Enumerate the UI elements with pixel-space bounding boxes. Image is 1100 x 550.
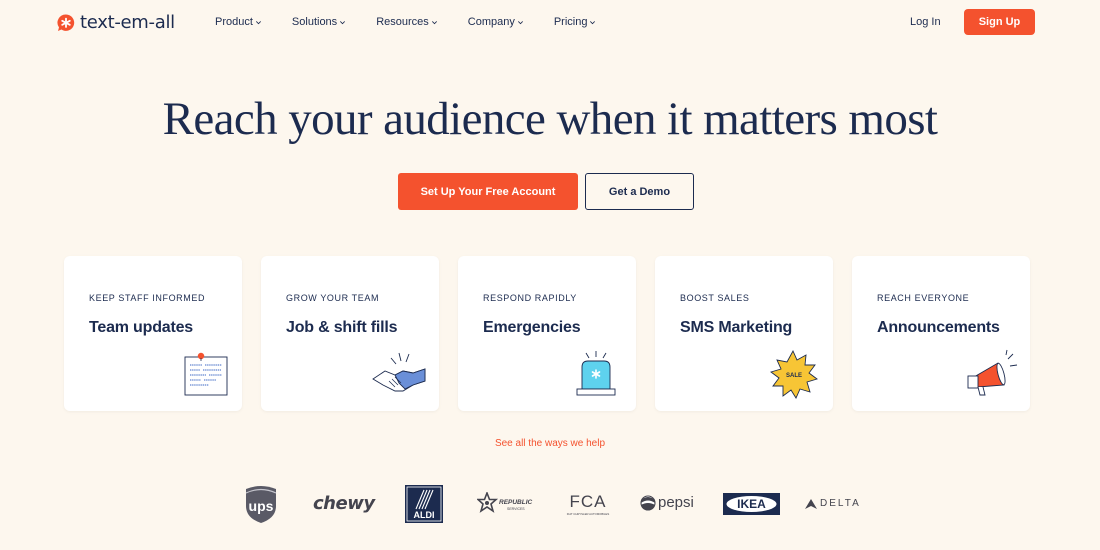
- card-eyebrow: KEEP STAFF INFORMED: [89, 293, 206, 303]
- pepsi-logo: pepsi: [640, 494, 694, 511]
- card-title: Announcements: [877, 319, 1000, 336]
- nav-item-label: Product: [215, 16, 253, 28]
- ups-shield-icon: ups: [245, 486, 277, 523]
- republic-logo-text: REPUBLIC: [499, 499, 533, 506]
- ikea-logo-text: IKEA: [737, 497, 766, 511]
- nav-item-solutions[interactable]: Solutions: [292, 16, 346, 28]
- card-title: Job & shift fills: [286, 319, 398, 336]
- sale-badge-text: SALE: [786, 373, 802, 379]
- chevron-down-icon: [590, 21, 596, 25]
- republic-logo-subtext: SERVICES: [507, 507, 525, 511]
- chewy-logo: chewy: [313, 493, 375, 514]
- nav-item-label: Pricing: [553, 16, 588, 28]
- login-link[interactable]: Log In: [910, 16, 941, 28]
- use-case-card-announcements[interactable]: REACH EVERYONE Announcements: [852, 256, 1030, 411]
- free-account-button[interactable]: Set Up Your Free Account: [398, 173, 578, 210]
- siren-icon: [576, 351, 616, 396]
- get-demo-button[interactable]: Get a Demo: [585, 173, 694, 210]
- aldi-logo-text: ALDI: [414, 510, 435, 520]
- card-title: Team updates: [89, 319, 193, 336]
- fca-wordmark: FCA FIAT CHRYSLER AUTOMOBILES: [567, 492, 610, 516]
- nav-item-label: Resources: [376, 16, 429, 28]
- delta-widget-icon: [805, 498, 817, 509]
- sale-badge-icon: SALE: [770, 349, 818, 399]
- ups-logo: ups: [243, 484, 279, 524]
- fca-logo-subtext: FIAT CHRYSLER AUTOMOBILES: [567, 512, 610, 516]
- use-case-card-team-updates[interactable]: KEEP STAFF INFORMED Team updates: [64, 256, 242, 411]
- brand-name: text-em-all: [80, 12, 175, 33]
- customer-logos: ups chewy ALDI REPUBLIC SERVICES FCA FIA…: [243, 484, 863, 524]
- use-case-card-emergencies[interactable]: RESPOND RAPIDLY Emergencies: [458, 256, 636, 411]
- brand-logo[interactable]: text-em-all: [56, 12, 175, 33]
- nav-item-resources[interactable]: Resources: [376, 16, 438, 28]
- nav-item-label: Company: [467, 16, 515, 28]
- card-eyebrow: RESPOND RAPIDLY: [483, 293, 577, 303]
- chevron-down-icon: [431, 21, 437, 25]
- fca-logo-text: FCA: [570, 492, 607, 511]
- nav-item-product[interactable]: Product: [215, 16, 262, 28]
- pepsi-globe-icon: [640, 494, 656, 511]
- use-case-card-job-shift-fills[interactable]: GROW YOUR TEAM Job & shift fills: [261, 256, 439, 411]
- nav-item-pricing[interactable]: Pricing: [554, 16, 597, 28]
- ikea-logo: IKEA: [723, 493, 780, 515]
- republic-services-mark: REPUBLIC SERVICES: [477, 492, 533, 513]
- delta-logo: DELTA: [805, 498, 861, 509]
- see-all-link[interactable]: See all the ways we help: [0, 438, 1100, 449]
- use-case-card-sms-marketing[interactable]: BOOST SALES SMS Marketing SALE: [655, 256, 833, 411]
- nav-item-label: Solutions: [291, 16, 338, 28]
- card-eyebrow: BOOST SALES: [680, 293, 750, 303]
- aldi-badge-icon: ALDI: [405, 485, 443, 523]
- fca-logo: FCA FIAT CHRYSLER AUTOMOBILES: [558, 492, 618, 518]
- chevron-down-icon: [517, 21, 523, 25]
- chevron-down-icon: [340, 21, 346, 25]
- aldi-logo: ALDI: [405, 485, 443, 523]
- card-title: SMS Marketing: [680, 319, 793, 336]
- republic-services-logo: REPUBLIC SERVICES: [477, 492, 535, 516]
- card-eyebrow: REACH EVERYONE: [877, 293, 970, 303]
- signup-button[interactable]: Sign Up: [964, 9, 1035, 35]
- logo-mark-icon: [57, 13, 75, 31]
- card-title: Emergencies: [483, 319, 581, 336]
- ikea-badge-icon: IKEA: [723, 493, 780, 515]
- top-navigation: text-em-all Product Solutions Resources …: [0, 0, 1100, 44]
- card-eyebrow: GROW YOUR TEAM: [286, 293, 380, 303]
- chewy-logo-text: chewy: [313, 493, 375, 514]
- chevron-down-icon: [255, 21, 261, 25]
- main-menu: Product Solutions Resources Company Pric…: [215, 16, 626, 28]
- megaphone-icon: [967, 349, 1018, 396]
- ups-logo-text: ups: [249, 498, 274, 514]
- pepsi-logo-text: pepsi: [658, 494, 694, 511]
- nav-item-company[interactable]: Company: [468, 16, 524, 28]
- bulletin-note-icon: [184, 352, 228, 396]
- use-case-cards: KEEP STAFF INFORMED Team updates GROW YO…: [64, 256, 1030, 411]
- handshake-icon: [372, 352, 426, 392]
- hero-title: Reach your audience when it matters most: [162, 93, 938, 145]
- delta-logo-text: DELTA: [820, 498, 861, 509]
